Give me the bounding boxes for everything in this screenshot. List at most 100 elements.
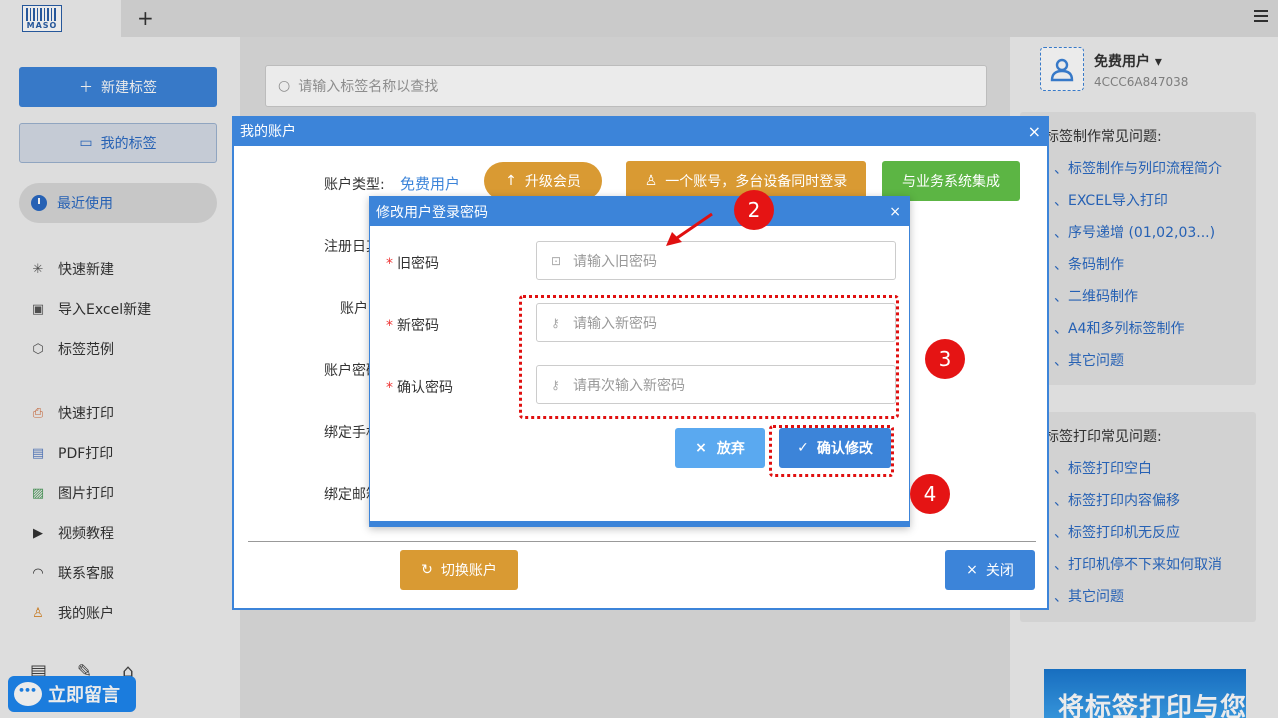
new-label-text: 新建标签 xyxy=(101,80,157,96)
plus-icon: ＋ xyxy=(79,80,93,96)
search-input[interactable]: ○ 请输入标签名称以查找 xyxy=(265,65,987,107)
divider xyxy=(248,541,1036,542)
account-dialog-title: 我的账户 xyxy=(240,124,296,140)
sparkle-icon: ✳ xyxy=(32,261,44,277)
close-icon[interactable]: × xyxy=(1028,122,1041,141)
faq-print-item[interactable]: 、标签打印机无反应 xyxy=(1054,522,1180,542)
excel-icon: ▣ xyxy=(31,301,45,317)
leave-message-button[interactable]: 立即留言 xyxy=(8,676,136,712)
recent-button[interactable]: 最近使用 xyxy=(19,183,217,223)
sidebar-item-label: 快速新建 xyxy=(58,262,114,278)
user-id: 4CCC6A847038 xyxy=(1094,75,1189,89)
account-id-label: 账户I xyxy=(340,301,373,317)
annotation-arrow-icon xyxy=(666,212,713,246)
headset-icon: ◠ xyxy=(32,565,44,581)
search-placeholder: 请输入标签名称以查找 xyxy=(298,79,439,95)
switch-account-button[interactable]: ↻ 切换账户 xyxy=(400,550,518,590)
user-name[interactable]: 免费用户 ▾ xyxy=(1094,51,1162,71)
cancel-text: 放弃 xyxy=(716,441,745,457)
sidebar-item-image-print[interactable]: ▨ 图片打印 xyxy=(30,483,114,503)
new-password-label: * 新密码 xyxy=(386,318,439,334)
new-tab-button[interactable]: + xyxy=(137,6,154,30)
faq-make-item[interactable]: 、二维码制作 xyxy=(1054,286,1138,306)
active-tab[interactable]: MASO xyxy=(0,0,121,37)
close-icon[interactable]: × xyxy=(889,204,901,220)
my-labels-text: 我的标签 xyxy=(100,136,157,152)
promo-banner[interactable]: 将标签打印与您 xyxy=(1044,669,1246,718)
title-bar: MASO + xyxy=(0,0,1278,37)
image-icon: ▨ xyxy=(31,485,45,501)
chat-icon xyxy=(14,682,42,706)
sidebar-item-quick-new[interactable]: ✳ 快速新建 xyxy=(30,259,114,279)
arrow-up-icon: ↑ xyxy=(505,173,517,189)
close-icon: × xyxy=(695,440,707,456)
faq-make-item[interactable]: 、标签制作与列印流程简介 xyxy=(1054,158,1222,178)
faq-make-item[interactable]: 、EXCEL导入打印 xyxy=(1054,190,1168,210)
sidebar-item-label: 标签范例 xyxy=(58,342,114,358)
sidebar-item-my-account[interactable]: ♙ 我的账户 xyxy=(30,603,114,623)
faq-print-item[interactable]: 、其它问题 xyxy=(1054,586,1124,606)
sidebar-item-label: 图片打印 xyxy=(58,486,114,502)
integrate-button[interactable]: 与业务系统集成 xyxy=(882,161,1020,201)
new-label-button[interactable]: ＋ 新建标签 xyxy=(19,67,217,107)
recent-text: 最近使用 xyxy=(57,196,113,212)
dialog-footer-bar xyxy=(370,521,909,526)
user-avatar-icon xyxy=(1050,58,1074,82)
sidebar-item-pdf-print[interactable]: ▤ PDF打印 xyxy=(30,443,113,463)
upgrade-text: 升级会员 xyxy=(524,174,581,190)
sidebar-item-label: 我的账户 xyxy=(58,606,114,622)
faq-print-item[interactable]: 、标签打印内容偏移 xyxy=(1054,490,1180,510)
avatar[interactable] xyxy=(1040,47,1084,91)
close-button[interactable]: × 关闭 xyxy=(945,550,1035,590)
faq-make-item[interactable]: 、A4和多列标签制作 xyxy=(1054,318,1184,338)
faq-make-title: 标签制作常见问题: xyxy=(1045,129,1162,145)
close-text: 关闭 xyxy=(985,563,1014,579)
faq-make-item[interactable]: 、其它问题 xyxy=(1054,350,1124,370)
barcode-graphic xyxy=(26,8,58,21)
account-type-label: 账户类型: xyxy=(324,177,385,193)
lock-icon: ⊡ xyxy=(551,253,562,268)
maso-logo: MASO xyxy=(22,5,62,32)
sidebar-item-label: 快速打印 xyxy=(58,406,114,422)
old-password-field[interactable]: ⊡ 请输入旧密码 xyxy=(536,241,896,280)
refresh-icon: ↻ xyxy=(421,562,433,578)
my-labels-button[interactable]: ▭ 我的标签 xyxy=(19,123,217,163)
sidebar-item-label: 视频教程 xyxy=(58,526,114,542)
annotation-box-4 xyxy=(769,425,894,477)
multi-device-text: 一个账号，多台设备同时登录 xyxy=(665,174,848,190)
annotation-number-3: 3 xyxy=(925,339,965,379)
account-dialog-header: 我的账户 × xyxy=(234,116,1047,146)
sidebar-item-label: 导入Excel新建 xyxy=(58,302,152,318)
sidebar-item-video[interactable]: ▶ 视频教程 xyxy=(30,523,114,543)
printer-icon: ⎙ xyxy=(32,405,44,421)
faq-make-box xyxy=(1020,112,1256,385)
sidebar-item-quick-print[interactable]: ⎙ 快速打印 xyxy=(30,403,114,423)
cancel-button[interactable]: × 放弃 xyxy=(675,428,765,468)
old-password-placeholder: 请输入旧密码 xyxy=(573,253,657,270)
faq-print-item[interactable]: 、标签打印空白 xyxy=(1054,458,1152,478)
hamburger-menu-icon[interactable] xyxy=(1254,10,1268,24)
right-panel: 免费用户 ▾ 4CCC6A847038 标签制作常见问题: 、标签制作与列印流程… xyxy=(1010,37,1278,718)
user-icon: ♙ xyxy=(32,605,44,621)
leave-message-text: 立即留言 xyxy=(48,685,120,706)
user-icon: ♙ xyxy=(644,173,658,189)
sidebar-item-label: PDF打印 xyxy=(58,446,114,462)
sidebar-item-label: 联系客服 xyxy=(58,566,114,582)
sidebar-item-examples[interactable]: ⬡ 标签范例 xyxy=(30,339,114,359)
faq-make-item[interactable]: 、条码制作 xyxy=(1054,254,1124,274)
account-type-value: 免费用户 xyxy=(400,175,461,193)
annotation-box-3 xyxy=(519,295,899,419)
banner-text: 将标签打印与您 xyxy=(1058,693,1246,718)
cube-icon: ⬡ xyxy=(32,341,44,357)
upgrade-button[interactable]: ↑ 升级会员 xyxy=(484,162,602,200)
sidebar-item-import-excel[interactable]: ▣ 导入Excel新建 xyxy=(30,299,151,319)
confirm-password-label: * 确认密码 xyxy=(386,380,453,396)
clock-icon xyxy=(31,195,47,211)
password-dialog-title: 修改用户登录密码 xyxy=(376,204,488,221)
video-icon: ▶ xyxy=(33,525,43,541)
faq-print-item[interactable]: 、打印机停不下来如何取消 xyxy=(1054,554,1222,574)
sidebar-item-support[interactable]: ◠ 联系客服 xyxy=(30,563,114,583)
faq-make-item[interactable]: 、序号递增 (01,02,03...) xyxy=(1054,222,1215,242)
pdf-icon: ▤ xyxy=(31,445,45,461)
annotation-number-4: 4 xyxy=(910,474,950,514)
